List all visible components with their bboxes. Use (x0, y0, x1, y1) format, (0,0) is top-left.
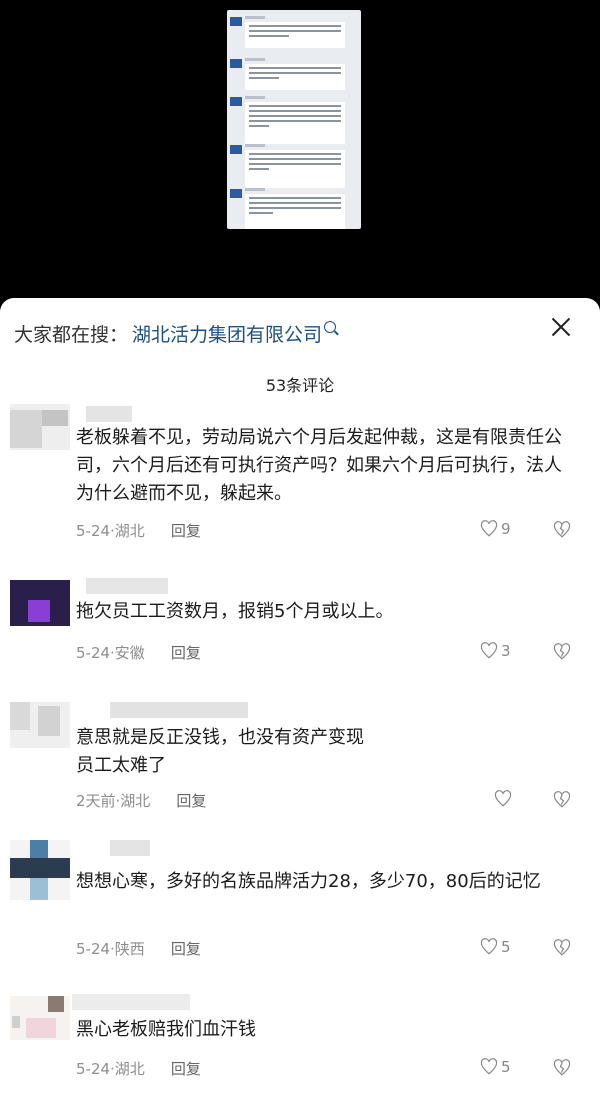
like-count: 9 (501, 520, 511, 538)
close-icon[interactable] (550, 316, 572, 338)
comments-panel: 大家都在搜： 湖北活力集团有限公司 53条评论 老板躲着不见，劳动局说六个月后发… (0, 298, 600, 1094)
username-blurred[interactable] (110, 840, 150, 856)
chat-screenshot-thumbnail (227, 10, 361, 229)
dislike-icon[interactable] (553, 1059, 571, 1077)
comment-time-location: 5-24·湖北 (76, 522, 145, 540)
reply-button[interactable]: 回复 (171, 938, 201, 959)
comment-text-line: 员工太难了 (76, 755, 166, 776)
trending-search-term[interactable]: 湖北活力集团有限公司 (132, 320, 322, 347)
comment-meta: 2天前·湖北 回复 (76, 790, 206, 811)
like-button[interactable] (494, 790, 512, 808)
comment-count: 53条评论 (265, 376, 335, 395)
comment-text: 黑心老板赔我们血汗钱 (76, 1019, 256, 1040)
dislike-icon[interactable] (553, 643, 571, 661)
like-button[interactable]: 5 (480, 938, 511, 956)
heart-icon (480, 1058, 498, 1075)
dislike-icon[interactable] (553, 939, 571, 957)
comment-time-location: 5-24·安徽 (76, 644, 145, 662)
username-blurred[interactable] (86, 578, 168, 594)
heart-icon (480, 520, 498, 537)
comment-text: 想想心寒，多好的名族品牌活力28，多少70，80后的记忆 (76, 871, 541, 892)
avatar[interactable] (10, 702, 70, 748)
dislike-icon[interactable] (553, 791, 571, 809)
avatar[interactable] (10, 580, 70, 626)
search-icon[interactable] (324, 321, 337, 333)
like-count: 5 (501, 938, 511, 956)
like-button[interactable]: 3 (480, 642, 511, 660)
comment-meta: 5-24·陕西 回复 (76, 938, 201, 959)
trending-search-bar[interactable]: 大家都在搜： 湖北活力集团有限公司 (14, 318, 337, 348)
reply-button[interactable]: 回复 (171, 520, 201, 541)
comment-meta: 5-24·安徽 回复 (76, 642, 201, 663)
video-preview-area[interactable] (0, 0, 600, 300)
reply-button[interactable]: 回复 (171, 1058, 201, 1079)
comment-meta: 5-24·湖北 回复 (76, 520, 201, 541)
comment-meta: 5-24·湖北 回复 (76, 1058, 201, 1079)
reply-button[interactable]: 回复 (171, 642, 201, 663)
avatar[interactable] (10, 996, 70, 1040)
comment-text: 老板躲着不见，劳动局说六个月后发起仲裁，这是有限责任公司，六个月后还有可执行资产… (76, 427, 562, 504)
comment-text: 意思就是反正没钱，也没有资产变现 员工太难了 (76, 724, 576, 780)
comment-time-location: 5-24·湖北 (76, 1060, 145, 1078)
heart-icon (480, 642, 498, 659)
like-count: 5 (501, 1058, 511, 1076)
dislike-icon[interactable] (553, 521, 571, 539)
username-blurred[interactable] (86, 406, 132, 422)
username-blurred[interactable] (110, 702, 248, 718)
comment-text: 拖欠员工工资数月，报销5个月或以上。 (76, 601, 394, 622)
avatar[interactable] (10, 840, 70, 900)
heart-icon (480, 938, 498, 955)
comment-text-line: 意思就是反正没钱，也没有资产变现 (76, 727, 364, 748)
like-count: 3 (501, 642, 511, 660)
avatar[interactable] (10, 404, 70, 450)
comment-time-location: 2天前·湖北 (76, 792, 151, 810)
trending-search-prefix: 大家都在搜： (14, 323, 129, 346)
like-button[interactable]: 9 (480, 520, 511, 538)
comment-time-location: 5-24·陕西 (76, 940, 145, 958)
heart-icon (494, 790, 512, 807)
like-button[interactable]: 5 (480, 1058, 511, 1076)
reply-button[interactable]: 回复 (176, 790, 206, 811)
username-blurred[interactable] (72, 994, 190, 1010)
